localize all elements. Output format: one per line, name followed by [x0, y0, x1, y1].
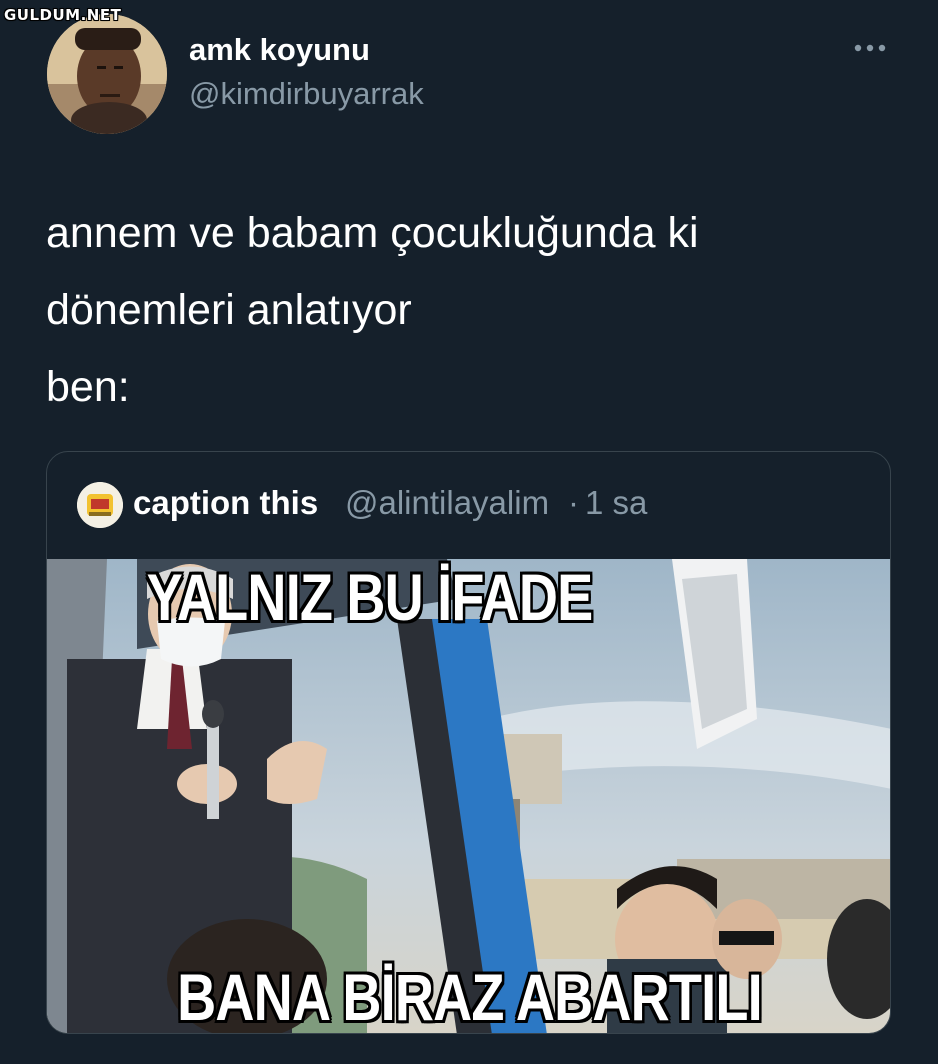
watermark: GULDUM.NET	[4, 6, 122, 24]
quoted-author-handle[interactable]: @alintilayalim	[345, 484, 549, 522]
meme-top-caption: YALNIZ BU İFADE	[146, 560, 594, 634]
quoted-avatar-image	[77, 482, 123, 528]
quoted-tweet[interactable]: caption this @alintilayalim · 1 sa YALNI…	[46, 451, 891, 1034]
quoted-author-name[interactable]: caption this	[133, 484, 318, 522]
quoted-author-avatar[interactable]	[77, 482, 123, 528]
more-horizontal-icon[interactable]	[852, 38, 888, 58]
author-name[interactable]: amk koyunu	[189, 32, 370, 68]
separator-dot: ·	[568, 484, 579, 521]
avatar-image	[47, 14, 167, 134]
quoted-timestamp[interactable]: 1 sa	[585, 484, 647, 522]
meme-bottom-caption: BANA BİRAZ ABARTILI GİBİ GELDİ	[177, 960, 763, 1034]
author-handle[interactable]: @kimdirbuyarrak	[189, 76, 424, 112]
author-avatar[interactable]	[47, 14, 167, 134]
meme-image[interactable]: YALNIZ BU İFADE BANA BİRAZ ABARTILI GİBİ…	[47, 559, 890, 1034]
tweet-text: annem ve babam çocukluğunda ki dönemleri…	[46, 209, 699, 411]
